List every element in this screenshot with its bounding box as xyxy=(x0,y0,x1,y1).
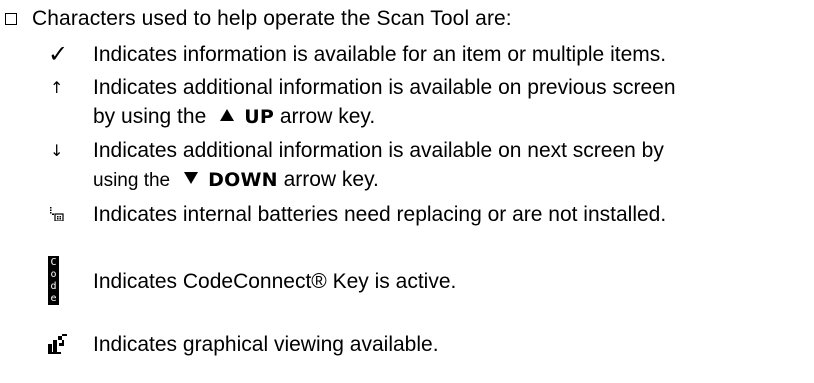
code-letter: C xyxy=(50,257,57,268)
key-label: UP xyxy=(244,106,275,128)
item-text: Indicates graphical viewing available. xyxy=(93,333,439,356)
code-icon: C o d e xyxy=(48,256,59,305)
checkmark-icon: ✓ xyxy=(48,40,69,68)
code-letter: e xyxy=(50,293,57,304)
item-line: Indicates additional information is avai… xyxy=(93,139,664,162)
down-arrow-icon: ↓ xyxy=(50,141,64,160)
key-label: DOWN xyxy=(208,169,278,191)
item-text: Indicates information is available for a… xyxy=(93,43,667,66)
item-text: Indicates additional information is avai… xyxy=(93,136,664,195)
item-line-suffix: arrow key. xyxy=(283,168,379,191)
up-arrow-icon: ↑ xyxy=(50,78,64,97)
down-triangle-icon xyxy=(184,172,199,185)
code-letter: d xyxy=(50,281,57,292)
item-line-suffix: arrow key. xyxy=(279,105,376,128)
up-triangle-icon xyxy=(220,109,235,122)
heading-text: Characters used to help operate the Scan… xyxy=(32,7,512,30)
item-text: Indicates internal batteries need replac… xyxy=(93,203,667,226)
item-line-prefix: by using the xyxy=(93,105,207,128)
code-letter: o xyxy=(50,269,57,280)
item-text: Indicates CodeConnect® Key is active. xyxy=(93,270,457,293)
document-page: Characters used to help operate the Scan… xyxy=(0,0,814,383)
item-line: Indicates additional information is avai… xyxy=(93,76,676,99)
square-bullet-icon xyxy=(5,13,17,25)
item-line-prefix: using the xyxy=(93,170,171,191)
item-text: Indicates additional information is avai… xyxy=(93,73,676,132)
section-heading: Characters used to help operate the Scan… xyxy=(0,5,512,33)
